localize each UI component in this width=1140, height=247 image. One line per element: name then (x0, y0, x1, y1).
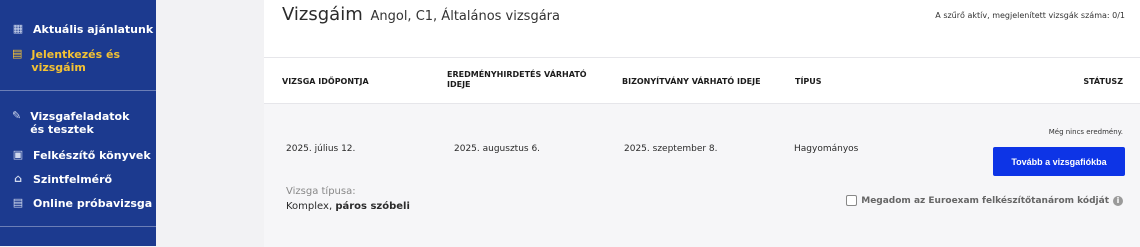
sidebar-divider (0, 226, 156, 227)
document-icon: ▤ (12, 196, 24, 209)
exam-type-value-bold: páros szóbeli (335, 201, 410, 212)
teacher-code-consent[interactable]: Megadom az Euroexam felkészítőtanárom kó… (846, 195, 1123, 206)
sidebar-item-label: Felkészítő könyvek (33, 149, 151, 162)
sidebar-item-exam-tasks[interactable]: ✎ Vizsgafeladatok és tesztek (12, 109, 137, 137)
graduation-cap-icon: ⌂ (14, 172, 22, 185)
sidebar-item-registration[interactable]: ▤ Jelentkezés és vizsgáim (12, 47, 132, 75)
certificate-date: 2025. szeptember 8. (624, 144, 718, 154)
book-icon: ▣ (12, 148, 24, 161)
table-header: VIZSGA IDŐPONTJA EREDMÉNYHIRDETÉS VÁRHAT… (264, 57, 1140, 104)
exam-type-value: Komplex, páros szóbeli (286, 201, 410, 212)
exam-type: Hagyományos (794, 144, 859, 154)
sidebar-item-label: Jelentkezés és vizsgáim (31, 48, 121, 74)
grid-icon: ▦ (12, 22, 24, 35)
sidebar-item-label: Online próbavizsga (33, 197, 153, 210)
page-title: Vizsgáim Angol, C1, Általános vizsgára (282, 4, 560, 25)
sidebar-item-books[interactable]: ▣ Felkészítő könyvek (12, 148, 151, 163)
go-to-exam-account-button[interactable]: Tovább a vizsgafiókba (993, 147, 1125, 176)
title-text: Vizsgáim (282, 4, 363, 25)
sidebar: ▦ Aktuális ajánlatunk ▤ Jelentkezés és v… (0, 0, 156, 246)
pencil-icon: ✎ (12, 109, 22, 122)
sidebar-divider (0, 90, 156, 91)
exam-date: 2025. július 12. (286, 144, 356, 154)
clipboard-icon: ▤ (12, 47, 23, 60)
sidebar-item-practice-exam[interactable]: ▤ Online próbavizsga (12, 196, 153, 211)
status-text: Még nincs eredmény. (1048, 128, 1123, 136)
info-icon[interactable]: i (1113, 195, 1123, 206)
exam-type-value-plain: Komplex, (286, 201, 333, 212)
content-gutter (156, 0, 264, 246)
sidebar-item-offers[interactable]: ▦ Aktuális ajánlatunk (12, 22, 154, 37)
result-date: 2025. augusztus 6. (454, 144, 541, 154)
exams-card: Vizsgáim Angol, C1, Általános vizsgára A… (264, 0, 1140, 247)
column-header-status: STÁTUSZ (1083, 77, 1123, 86)
column-header-result-date: EREDMÉNYHIRDETÉS VÁRHATÓ IDEJE (447, 70, 587, 89)
sidebar-item-label: Aktuális ajánlatunk (33, 23, 154, 36)
consent-checkbox[interactable] (846, 195, 858, 206)
title-subtitle: Angol, C1, Általános vizsgára (370, 9, 560, 24)
column-header-certificate-date: BIZONYÍTVÁNY VÁRHATÓ IDEJE (622, 77, 761, 86)
sidebar-item-label: Vizsgafeladatok és tesztek (30, 110, 130, 136)
filter-note: A szűrő aktív, megjelenített vizsgák szá… (935, 11, 1125, 20)
table-row: 2025. július 12. 2025. augusztus 6. 2025… (264, 103, 1140, 247)
column-header-type: TÍPUS (795, 77, 822, 86)
consent-label: Megadom az Euroexam felkészítőtanárom kó… (861, 195, 1109, 206)
sidebar-item-label: Szintfelmérő (33, 173, 113, 186)
sidebar-item-level-test[interactable]: ⌂ Szintfelmérő (12, 172, 113, 187)
exam-type-label: Vizsga típusa: (286, 186, 356, 197)
column-header-exam-date: VIZSGA IDŐPONTJA (282, 77, 369, 86)
